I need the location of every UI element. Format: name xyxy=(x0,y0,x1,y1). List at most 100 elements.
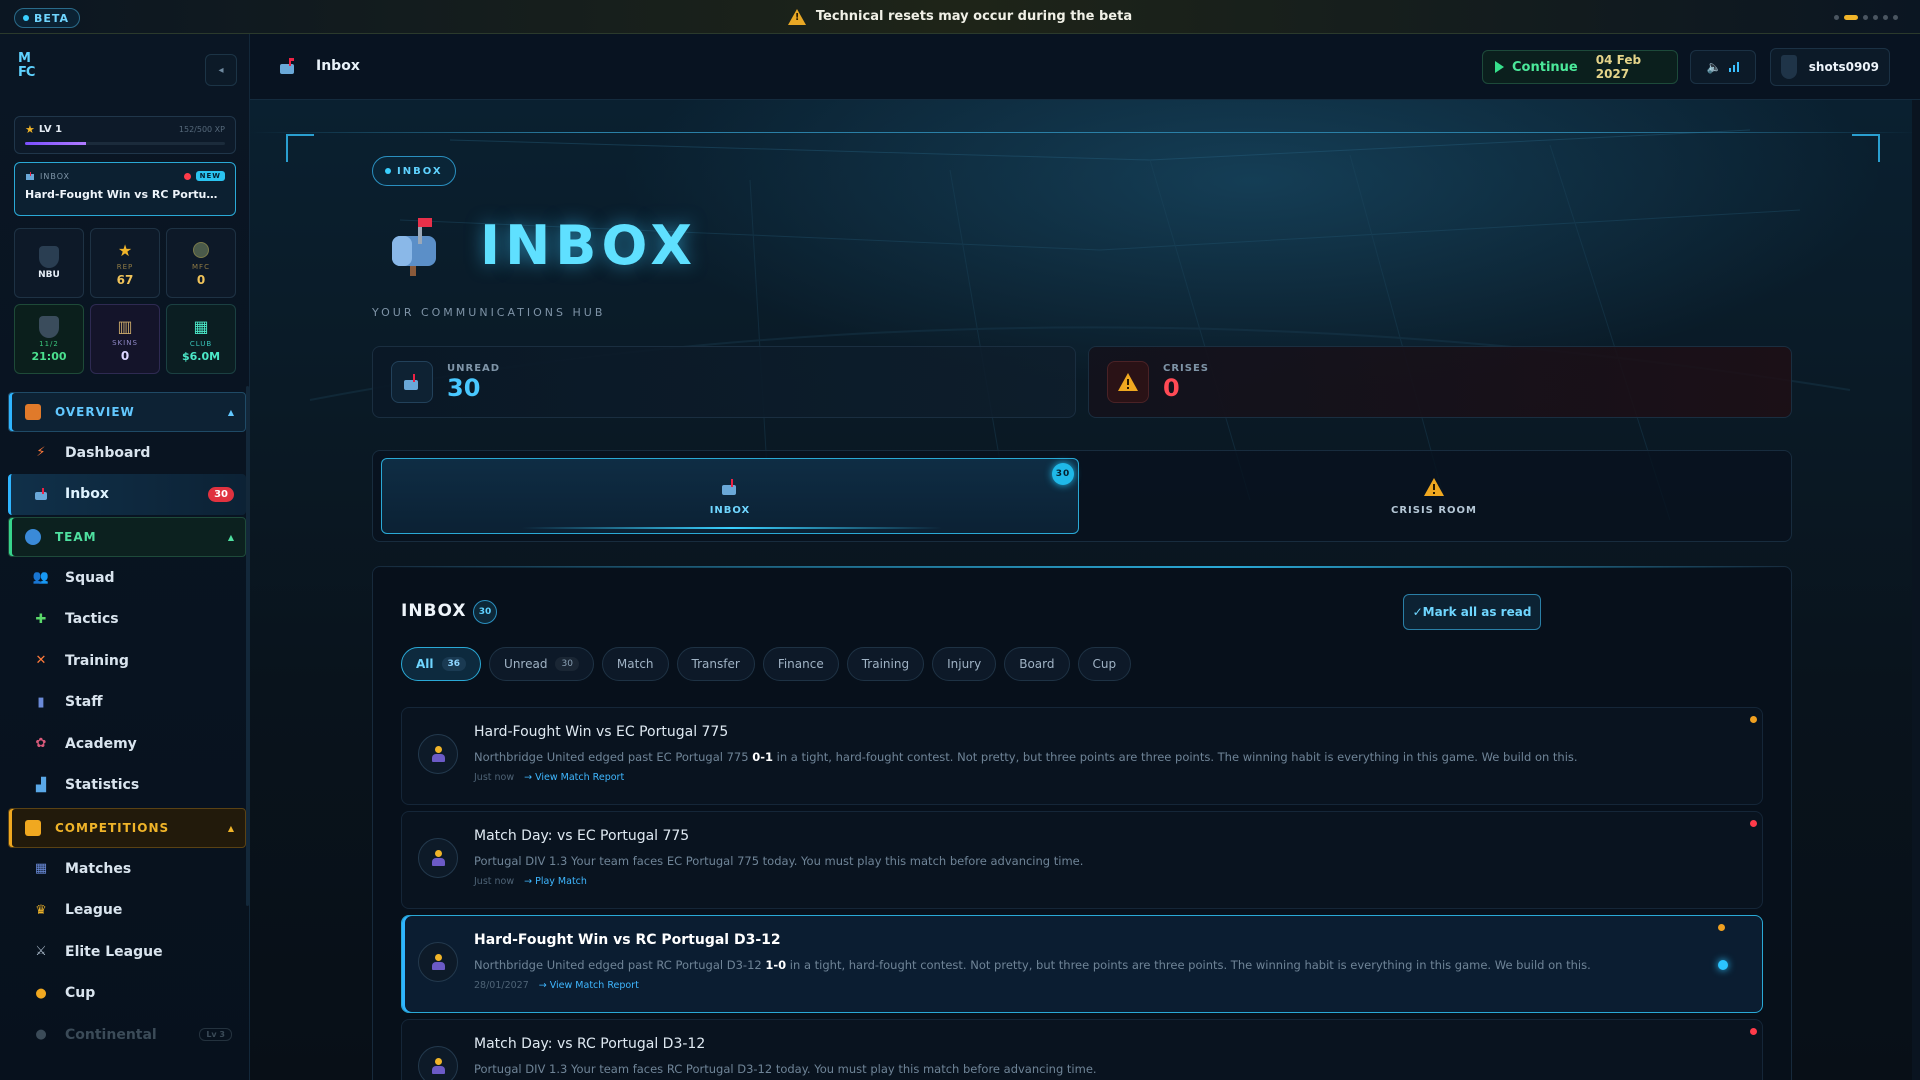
next-match-time: 21:00 xyxy=(31,349,67,363)
medal-icon: ● xyxy=(35,985,47,1001)
latest-notification-card[interactable]: INBOX NEW Hard-Fought Win vs RC Portugal… xyxy=(14,162,236,216)
play-match-link[interactable]: → Play Match xyxy=(524,876,587,887)
sidebar-item-cup[interactable]: ● Cup xyxy=(8,973,246,1015)
next-match-tile[interactable]: 11/2 21:00 xyxy=(14,304,84,374)
avatar xyxy=(1781,55,1797,79)
message-meta: Just now → View Match Report xyxy=(474,772,624,783)
speaker-icon: 🔈 xyxy=(1706,60,1722,74)
chevron-up-icon: ▲ xyxy=(227,532,235,542)
play-icon xyxy=(1495,61,1504,73)
user-profile-button[interactable]: shots0909 xyxy=(1770,48,1890,86)
logo[interactable]: M FC xyxy=(18,52,44,82)
mark-all-read-button[interactable]: ✓Mark all as read xyxy=(1403,594,1541,630)
sidebar-item-training[interactable]: ✕ Training xyxy=(8,640,246,682)
section-competitions[interactable]: COMPETITIONS ▲ xyxy=(8,808,246,848)
filter-all[interactable]: All 36 xyxy=(401,647,482,681)
sidebar-item-dashboard[interactable]: ⚡ Dashboard xyxy=(8,432,246,474)
sidebar-item-label: League xyxy=(65,902,123,919)
continue-button[interactable]: Continue 04 Feb 2027 xyxy=(1482,50,1678,84)
filter-finance[interactable]: Finance xyxy=(762,647,839,681)
filter-match[interactable]: Match xyxy=(601,647,669,681)
sidebar-item-league[interactable]: ♛ League xyxy=(8,890,246,932)
tab-crisis-room[interactable]: CRISIS ROOM xyxy=(1085,458,1783,534)
section-team-title: TEAM xyxy=(55,530,97,544)
sidebar-scrollbar[interactable] xyxy=(246,386,249,906)
sidebar-item-squad[interactable]: 👥 Squad xyxy=(8,557,246,599)
message-row-selected[interactable]: Hard-Fought Win vs RC Portugal D3-12 Nor… xyxy=(401,915,1763,1013)
collapse-sidebar-button[interactable]: ◂ xyxy=(205,54,237,86)
message-time: Just now xyxy=(474,876,515,887)
body-text: in a tight, hard-fought contest. Not pre… xyxy=(773,750,1578,764)
view-match-report-link[interactable]: → View Match Report xyxy=(539,980,639,991)
person-icon xyxy=(432,850,445,866)
page-title: Inbox xyxy=(316,58,360,74)
next-match-date: 11/2 xyxy=(39,339,59,348)
message-row[interactable]: Match Day: vs EC Portugal 775 Portugal D… xyxy=(401,811,1763,909)
sidebar-item-tactics[interactable]: ✚ Tactics xyxy=(8,599,246,641)
mfc-label: MFC xyxy=(192,263,210,271)
mfc-coins-tile[interactable]: MFC 0 xyxy=(166,228,236,298)
beta-message: Technical resets may occur during the be… xyxy=(787,8,1132,25)
beta-pill: BETA xyxy=(14,8,81,28)
sender-avatar xyxy=(418,1046,458,1080)
filter-unread[interactable]: Unread 30 xyxy=(489,647,594,681)
club-balance-tile[interactable]: ▦ CLUB $6.0M xyxy=(166,304,236,374)
unread-dot-icon xyxy=(183,172,191,180)
level-card[interactable]: ★ LV 1 152/500 XP xyxy=(14,116,236,154)
inbox-count-badge: 30 xyxy=(208,486,234,502)
reputation-value: 67 xyxy=(116,273,134,287)
message-title: Hard-Fought Win vs EC Portugal 775 xyxy=(474,724,729,740)
skins-tile[interactable]: ▥ SKINS 0 xyxy=(90,304,160,374)
filter-chips: All 36 Unread 30 Match Transfer Finance … xyxy=(401,647,1132,681)
section-competitions-title: COMPETITIONS xyxy=(55,821,170,835)
sidebar-item-label: Cup xyxy=(65,985,96,1002)
view-match-report-link[interactable]: → View Match Report xyxy=(524,772,624,783)
xp-readout: 152/500 XP xyxy=(178,125,225,134)
message-body: Northbridge United edged past RC Portuga… xyxy=(474,958,1591,972)
filter-board[interactable]: Board xyxy=(1004,647,1070,681)
sidebar-nav: OVERVIEW ▲ ⚡ Dashboard Inbox 30 TEAM ▲ 👥… xyxy=(8,392,246,1056)
dot xyxy=(1834,15,1839,20)
sidebar-item-continental[interactable]: ● Continental Lv 3 xyxy=(8,1014,246,1056)
message-body: Portugal DIV 1.3 Your team faces RC Port… xyxy=(474,1062,1097,1076)
reputation-tile[interactable]: ★ REP 67 xyxy=(90,228,160,298)
sender-avatar xyxy=(418,942,458,982)
globe-icon xyxy=(25,529,41,545)
filter-injury[interactable]: Injury xyxy=(932,647,997,681)
beta-progress-dots xyxy=(1834,15,1898,20)
message-row[interactable]: Match Day: vs RC Portugal D3-12 Portugal… xyxy=(401,1019,1763,1080)
unread-label: UNREAD xyxy=(447,362,501,374)
message-body: Portugal DIV 1.3 Your team faces EC Port… xyxy=(474,854,1083,868)
sidebar-item-elite-league[interactable]: ⚔ Elite League xyxy=(8,931,246,973)
corner-bracket xyxy=(1852,134,1880,162)
star-icon: ★ xyxy=(25,123,35,136)
hero-subtitle: YOUR COMMUNICATIONS HUB xyxy=(372,306,606,319)
priority-dot-icon xyxy=(1750,716,1757,723)
sender-avatar xyxy=(418,734,458,774)
sidebar-item-statistics[interactable]: ▟ Statistics xyxy=(8,765,246,807)
sidebar-item-matches[interactable]: ▦ Matches xyxy=(8,848,246,890)
club-badge-tile[interactable]: NBU xyxy=(14,228,84,298)
trophy-icon: ♛ xyxy=(35,902,47,918)
tab-crisis-room-label: CRISIS ROOM xyxy=(1390,504,1478,516)
club-short-name: NBU xyxy=(38,270,60,280)
section-team[interactable]: TEAM ▲ xyxy=(8,517,246,557)
top-header: Inbox Continue 04 Feb 2027 🔈 shots0909 xyxy=(250,34,1920,100)
priority-dot-icon xyxy=(1750,820,1757,827)
section-overview[interactable]: OVERVIEW ▲ xyxy=(8,392,246,432)
home-icon xyxy=(25,404,41,420)
filter-transfer[interactable]: Transfer xyxy=(676,647,755,681)
filter-cup[interactable]: Cup xyxy=(1077,647,1132,681)
sidebar-item-staff[interactable]: ▮ Staff xyxy=(8,682,246,724)
chevron-left-icon: ◂ xyxy=(218,64,224,76)
filter-training[interactable]: Training xyxy=(846,647,925,681)
sidebar-item-academy[interactable]: ✿ Academy xyxy=(8,723,246,765)
page-scrollbar[interactable] xyxy=(1912,100,1920,1080)
unread-indicator-icon xyxy=(1718,960,1728,970)
level-text: LV 1 xyxy=(38,124,63,135)
tab-inbox[interactable]: INBOX 30 xyxy=(381,458,1079,534)
sidebar-item-inbox[interactable]: Inbox 30 xyxy=(8,473,246,515)
message-title: Match Day: vs RC Portugal D3-12 xyxy=(474,1036,706,1052)
message-row[interactable]: Hard-Fought Win vs EC Portugal 775 North… xyxy=(401,707,1763,805)
sound-button[interactable]: 🔈 xyxy=(1690,50,1756,84)
